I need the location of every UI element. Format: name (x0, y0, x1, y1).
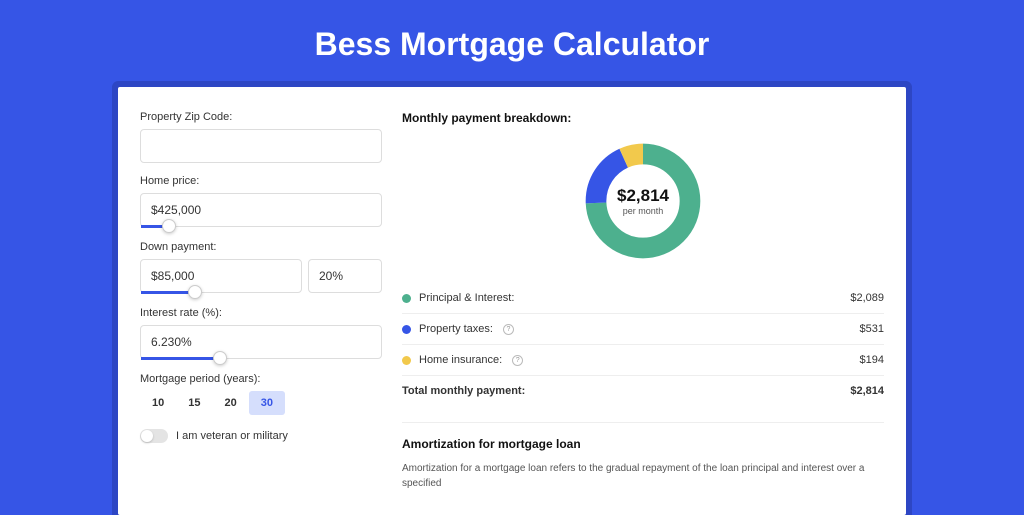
legend-label: Home insurance: (419, 354, 502, 366)
legend-row-insurance: Home insurance: ? $194 (402, 345, 884, 376)
amortization-text: Amortization for a mortgage loan refers … (402, 461, 884, 491)
legend-label: Property taxes: (419, 323, 493, 335)
period-label: Mortgage period (years): (140, 373, 382, 385)
period-tab-10[interactable]: 10 (140, 391, 176, 415)
legend-label: Principal & Interest: (419, 292, 514, 304)
down-payment-label: Down payment: (140, 241, 382, 253)
down-payment-field: Down payment: (140, 241, 382, 295)
veteran-toggle[interactable] (140, 429, 168, 443)
donut-chart: $2,814 per month (581, 139, 705, 263)
form-column: Property Zip Code: Home price: Down paym… (140, 111, 382, 491)
period-tab-15[interactable]: 15 (176, 391, 212, 415)
dot-icon (402, 294, 411, 303)
legend-row-total: Total monthly payment: $2,814 (402, 376, 884, 406)
home-price-label: Home price: (140, 175, 382, 187)
donut-amount: $2,814 (617, 186, 669, 206)
total-value: $2,814 (850, 385, 884, 397)
amortization-section: Amortization for mortgage loan Amortizat… (402, 422, 884, 491)
dot-icon (402, 356, 411, 365)
period-field: Mortgage period (years): 10 15 20 30 (140, 373, 382, 415)
legend-row-taxes: Property taxes: ? $531 (402, 314, 884, 345)
amortization-title: Amortization for mortgage loan (402, 437, 884, 451)
zip-input[interactable] (140, 129, 382, 163)
donut-sub: per month (617, 206, 669, 216)
interest-rate-label: Interest rate (%): (140, 307, 382, 319)
calculator-card: Property Zip Code: Home price: Down paym… (118, 87, 906, 515)
slider-thumb-icon[interactable] (188, 285, 202, 299)
period-tab-30[interactable]: 30 (249, 391, 285, 415)
interest-rate-field: Interest rate (%): (140, 307, 382, 361)
zip-field: Property Zip Code: (140, 111, 382, 163)
toggle-knob-icon (141, 430, 153, 442)
legend-value: $2,089 (850, 292, 884, 304)
legend: Principal & Interest: $2,089 Property ta… (402, 283, 884, 406)
zip-label: Property Zip Code: (140, 111, 382, 123)
dot-icon (402, 325, 411, 334)
down-payment-amount-input[interactable] (140, 259, 302, 293)
period-tab-20[interactable]: 20 (213, 391, 249, 415)
donut-chart-wrap: $2,814 per month (402, 139, 884, 263)
slider-thumb-icon[interactable] (213, 351, 227, 365)
help-icon[interactable]: ? (503, 324, 514, 335)
interest-rate-input[interactable] (140, 325, 382, 359)
help-icon[interactable]: ? (512, 355, 523, 366)
donut-center: $2,814 per month (617, 186, 669, 216)
breakdown-title: Monthly payment breakdown: (402, 111, 884, 125)
down-payment-slider[interactable] (140, 291, 382, 295)
page-title: Bess Mortgage Calculator (0, 0, 1024, 87)
period-tabs: 10 15 20 30 (140, 391, 382, 415)
home-price-field: Home price: (140, 175, 382, 229)
home-price-input[interactable] (140, 193, 382, 227)
home-price-slider[interactable] (140, 225, 382, 229)
breakdown-column: Monthly payment breakdown: $2,814 per mo… (402, 111, 884, 491)
down-payment-percent-input[interactable] (308, 259, 382, 293)
legend-value: $531 (860, 323, 884, 335)
interest-rate-slider[interactable] (140, 357, 382, 361)
total-label: Total monthly payment: (402, 385, 525, 397)
legend-row-principal: Principal & Interest: $2,089 (402, 283, 884, 314)
legend-value: $194 (860, 354, 884, 366)
veteran-label: I am veteran or military (176, 430, 288, 442)
slider-thumb-icon[interactable] (162, 219, 176, 233)
veteran-row: I am veteran or military (140, 429, 382, 443)
